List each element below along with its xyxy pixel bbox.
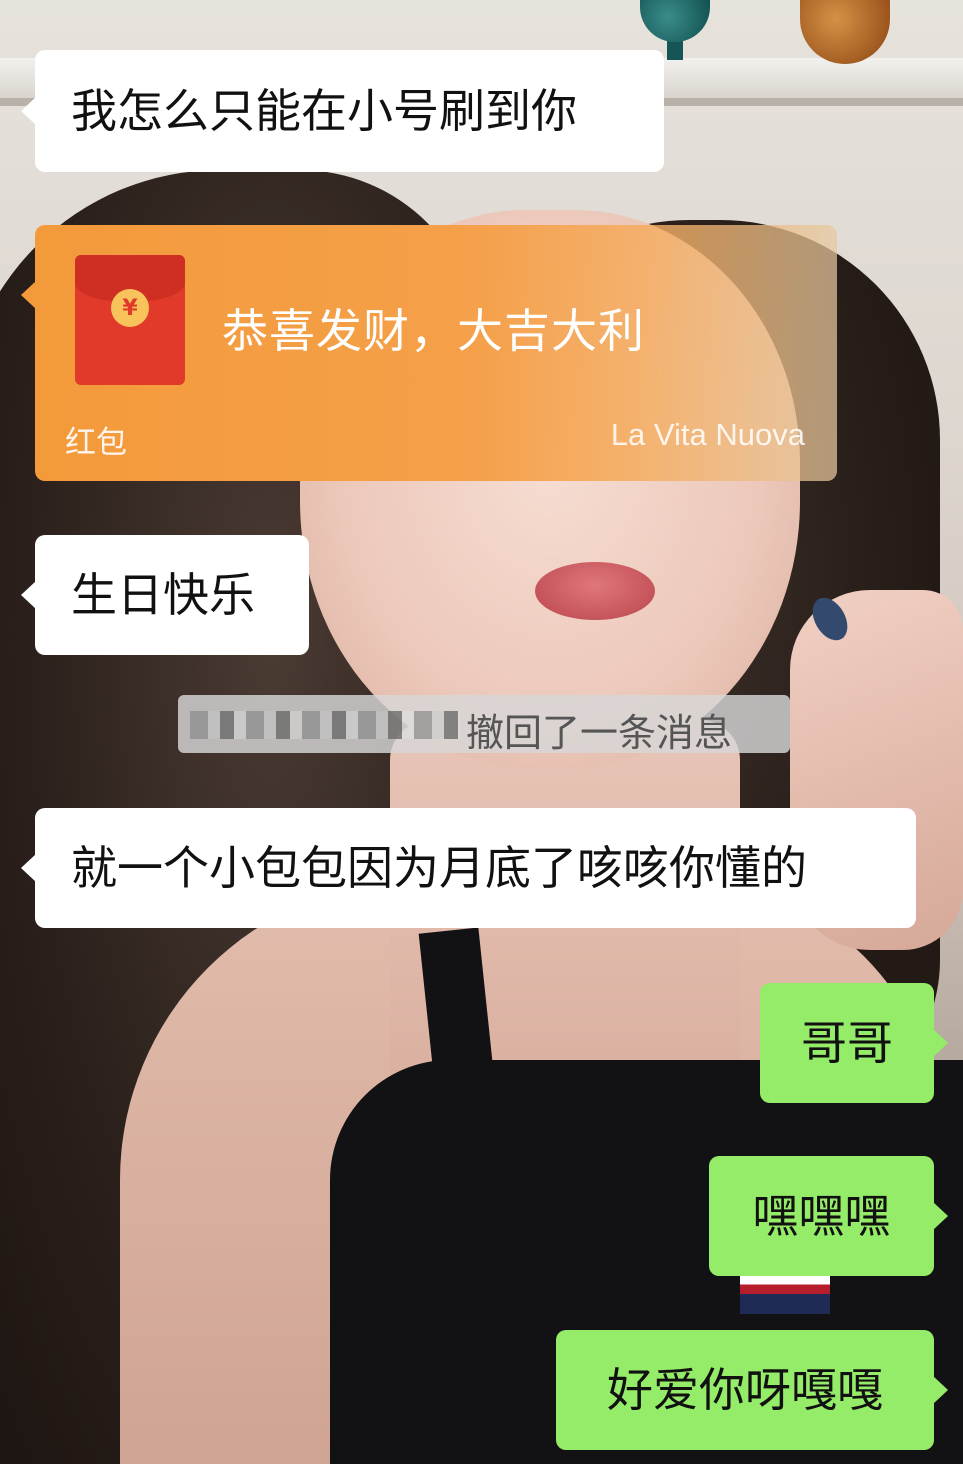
- outgoing-message-bubble[interactable]: 嘿嘿嘿: [709, 1156, 948, 1276]
- red-packet-card[interactable]: ¥ 恭喜发财，大吉大利 红包 La Vita Nuova: [21, 225, 837, 481]
- message-text: 哥哥: [801, 1016, 893, 1070]
- message-text: 就一个小包包因为月底了咳咳你懂的: [71, 841, 807, 895]
- incoming-message-bubble[interactable]: 就一个小包包因为月底了咳咳你懂的: [21, 808, 916, 928]
- message-text: 嘿嘿嘿: [752, 1189, 891, 1243]
- red-packet-type-label: 红包: [65, 425, 127, 461]
- incoming-message-bubble[interactable]: 生日快乐: [21, 535, 309, 655]
- recall-notice-text: 撤回了一条消息: [466, 711, 733, 755]
- blurred-sender-name: [190, 711, 460, 739]
- message-text: 好爱你呀嘎嘎: [607, 1363, 883, 1417]
- outgoing-message-bubble[interactable]: 哥哥: [760, 983, 948, 1103]
- red-packet-greeting: 恭喜发财，大吉大利: [222, 304, 645, 358]
- message-text: 生日快乐: [71, 568, 255, 622]
- red-packet-brand: La Vita Nuova: [610, 417, 805, 452]
- red-envelope-icon: ¥: [75, 255, 185, 385]
- yuan-coin-icon: ¥: [111, 289, 149, 327]
- outgoing-message-bubble[interactable]: 好爱你呀嘎嘎: [556, 1330, 948, 1450]
- incoming-message-bubble[interactable]: 我怎么只能在小号刷到你: [21, 50, 664, 172]
- recall-notice: 撤回了一条消息: [178, 695, 790, 755]
- message-text: 我怎么只能在小号刷到你: [71, 84, 577, 138]
